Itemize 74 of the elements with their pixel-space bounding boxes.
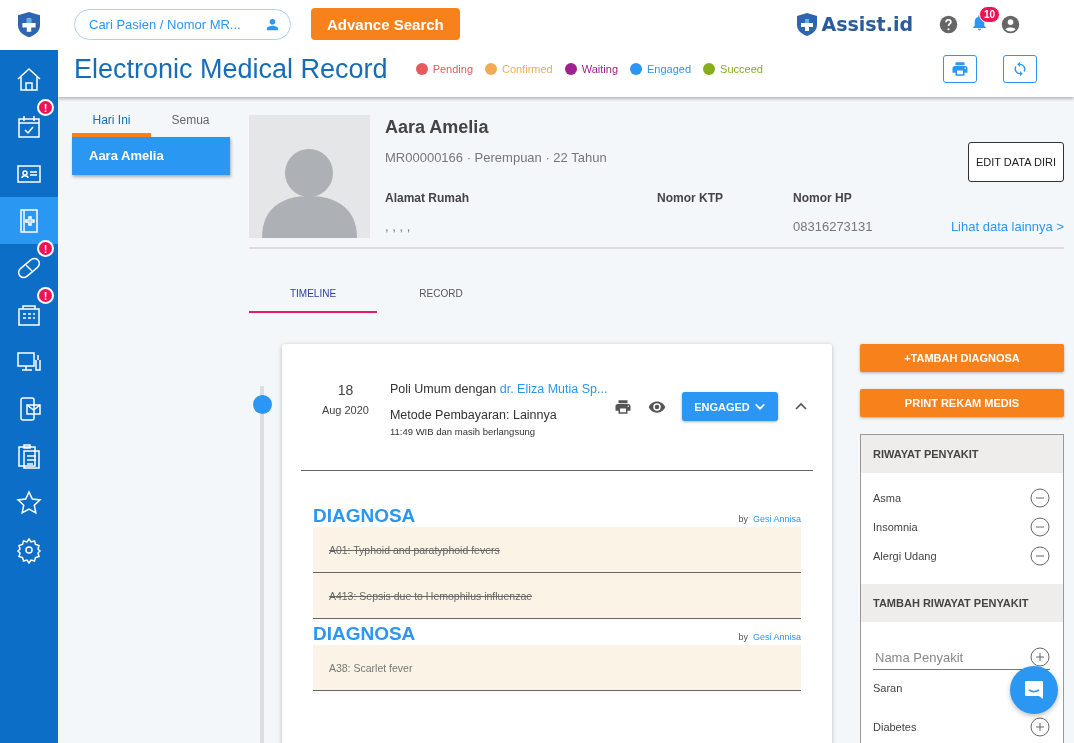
visit-day: 18 <box>300 382 390 398</box>
edit-button[interactable]: EDIT DATA DIRI <box>967 142 1064 182</box>
alert-badge: ! <box>37 287 54 304</box>
refresh-icon <box>1012 61 1028 77</box>
chat-icon <box>1022 678 1046 702</box>
status-label: Waiting <box>581 63 619 75</box>
panel-header: TAMBAH RIWAYAT PENYAKIT <box>861 584 1063 622</box>
refresh-button[interactable] <box>1003 55 1037 83</box>
field-value: , , , , <box>385 219 412 234</box>
suggestions-label: Saran <box>873 682 903 696</box>
diagnosis-item: A413: Sepsis due to Hemophilus influenzae <box>328 589 533 602</box>
status-label: Pending <box>432 63 473 75</box>
diagnosis-item: A38: Scarlet fever <box>328 661 413 674</box>
field-label: Nomor KTP <box>657 191 724 205</box>
print-icon[interactable] <box>613 397 632 416</box>
author-link[interactable]: Gesi Annisa <box>752 514 801 524</box>
settings-icon <box>15 535 43 564</box>
brand-name: Assist.id <box>821 13 913 35</box>
account-icon[interactable] <box>1001 14 1020 34</box>
field-label: Nomor HP <box>793 191 853 205</box>
add-icon[interactable] <box>1030 716 1050 737</box>
print-icon <box>951 60 969 78</box>
remove-icon[interactable] <box>1030 487 1050 508</box>
patient-info: MR00000166 · Perempuan · 22 Tahun <box>385 150 607 165</box>
timeline-dot <box>253 395 272 414</box>
field-label: Alamat Rumah <box>385 191 471 205</box>
tab[interactable]: RECORD <box>377 281 505 313</box>
notification-badge: 10 <box>979 5 1001 23</box>
page-title: Electronic Medical Record <box>74 53 388 85</box>
action-button[interactable]: +TAMBAH DIAGNOSA <box>860 344 1064 372</box>
disease-input-field[interactable]: Nama Penyakit <box>873 647 1050 670</box>
section-title: DIAGNOSA <box>312 505 416 527</box>
disease-name: Alergi Udang <box>873 549 937 562</box>
status-dropdown[interactable]: ENGAGED <box>681 392 778 421</box>
suggestion-item[interactable]: Diabetes <box>873 720 917 733</box>
alert-badge: ! <box>37 99 54 116</box>
panel-header: RIWAYAT PENYAKIT <box>861 435 1063 473</box>
help-icon[interactable] <box>939 14 958 34</box>
action-button[interactable]: PRINT REKAM MEDIS <box>860 389 1064 417</box>
section-title: DIAGNOSA <box>312 623 416 645</box>
visit-month: Aug 2020 <box>320 404 370 416</box>
by-label: by <box>738 632 748 642</box>
status-label: Succeed <box>720 63 763 75</box>
remove-icon[interactable] <box>1030 545 1050 566</box>
search-input[interactable]: Cari Pasien / Nomor MR... <box>87 15 265 33</box>
visit-time: 11:49 WIB dan masih berlangsung <box>389 426 536 437</box>
sidebar-item[interactable] <box>0 197 58 244</box>
shield-logo-icon <box>797 12 818 36</box>
remove-icon[interactable] <box>1030 516 1050 537</box>
more-link[interactable]: Lihat data lainnya > <box>950 219 1064 234</box>
add-icon[interactable] <box>1030 647 1050 667</box>
disease-name: Asma <box>873 491 902 504</box>
shield-logo-icon <box>18 12 40 38</box>
status-label: Engaged <box>647 63 692 75</box>
diagnosis-item: A01: Typhoid and paratyphoid fevers <box>328 543 500 556</box>
payment-method: Metode Pembayaran: Lainnya <box>389 408 558 422</box>
patient-list-item[interactable]: Aara Amelia <box>72 137 230 175</box>
author-link[interactable]: Gesi Annisa <box>752 632 801 642</box>
by-label: by <box>738 514 748 524</box>
disease-name: Insomnia <box>873 520 918 533</box>
status-label: Confirmed <box>502 63 553 75</box>
patient-name: Aara Amelia <box>385 117 490 138</box>
clinic-text: Poli Umum dengan dr. Eliza Mutia Sp... <box>389 382 609 396</box>
field-value: 08316273131 <box>793 219 874 234</box>
tab[interactable]: Semua <box>151 107 230 137</box>
disease-input[interactable]: Nama Penyakit <box>873 648 1030 666</box>
print-button[interactable] <box>943 55 977 83</box>
alert-badge: ! <box>37 240 54 257</box>
home-icon <box>15 65 43 94</box>
tab[interactable]: TIMELINE <box>249 281 377 313</box>
clipboard-icon <box>15 441 43 470</box>
person-icon <box>265 16 280 32</box>
star-icon <box>15 488 43 517</box>
advance-search-button[interactable]: Advance Search <box>311 8 460 40</box>
